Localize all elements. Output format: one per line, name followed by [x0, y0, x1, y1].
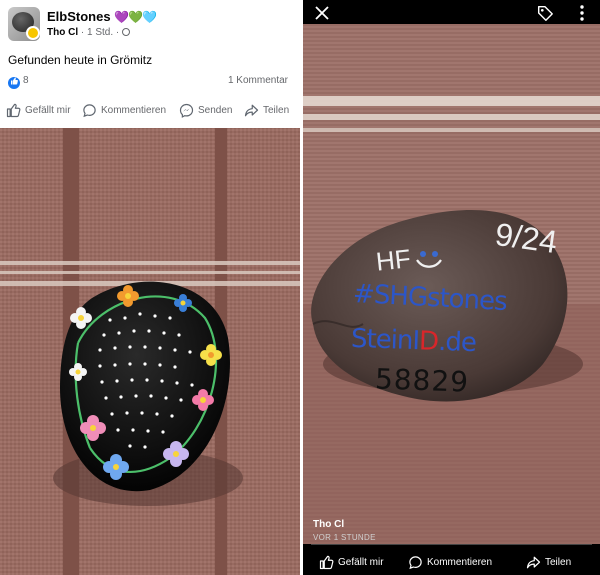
tag-icon[interactable]: [536, 4, 554, 22]
reaction-count: 8: [23, 75, 29, 86]
send-label: Senden: [198, 104, 233, 116]
more-dots-icon[interactable]: [579, 5, 585, 21]
like-button[interactable]: Gefällt mir: [6, 99, 71, 121]
feed-post: ElbStones 💜💚🩵 Tho Cl · 1 Std. · Gefunden…: [0, 0, 300, 575]
author-avatar[interactable]: [26, 26, 40, 40]
like-label: Gefällt mir: [25, 104, 71, 116]
stone-text-url-part1: SteinI: [350, 323, 420, 357]
share-button[interactable]: Teilen: [244, 99, 289, 121]
smiley-drawing: [416, 251, 442, 268]
share-button[interactable]: Teilen: [526, 552, 571, 572]
stone-writing: HF 9/24 #SHGstones SteinID.de 58829: [303, 24, 600, 544]
group-name[interactable]: ElbStones 💜💚🩵: [47, 9, 157, 24]
share-icon: [244, 104, 259, 116]
comment-label: Kommentieren: [427, 556, 493, 568]
comment-label: Kommentieren: [101, 104, 167, 116]
comment-button[interactable]: Kommentieren: [408, 552, 492, 572]
post-photo[interactable]: [0, 128, 300, 575]
hearts-emoji: 💜💚🩵: [114, 10, 157, 24]
painted-stone-image: [53, 281, 243, 506]
stone-text-url-red: D: [418, 326, 439, 357]
stone-text-hashtag: #SHGstones: [352, 278, 508, 318]
reaction-summary[interactable]: 8: [8, 75, 29, 89]
comment-icon: [83, 103, 96, 117]
post-header: ElbStones 💜💚🩵 Tho Cl · 1 Std. ·: [0, 0, 300, 48]
viewer-topbar: [303, 0, 600, 24]
comment-count[interactable]: 1 Kommentar: [228, 75, 288, 86]
author-name[interactable]: Tho Cl: [47, 27, 78, 38]
send-button[interactable]: Senden: [179, 99, 232, 121]
author-name[interactable]: Tho Cl: [313, 519, 344, 530]
divider-line: [311, 544, 592, 545]
post-actions: Gefällt mir Kommentieren Senden Teilen: [0, 99, 300, 121]
share-label: Teilen: [263, 104, 290, 116]
stone-text-url-part2: .de: [437, 326, 477, 359]
post-time[interactable]: VOR 1 STUNDE: [313, 533, 376, 542]
share-label: Teilen: [545, 556, 572, 568]
messenger-icon: [179, 103, 194, 118]
comment-button[interactable]: Kommentieren: [82, 99, 166, 121]
post-text: Gefunden heute in Grömitz: [8, 53, 153, 67]
like-button[interactable]: Gefällt mir: [319, 552, 384, 572]
like-label: Gefällt mir: [338, 556, 384, 568]
globe-icon: [122, 28, 131, 36]
close-icon[interactable]: [315, 6, 329, 20]
like-icon: [319, 555, 334, 569]
stone-text-hf: HF: [374, 243, 413, 277]
like-icon: [6, 103, 21, 117]
like-badge-icon: [8, 77, 20, 89]
post-time[interactable]: 1 Std.: [87, 27, 113, 38]
post-meta: Tho Cl · 1 Std. ·: [47, 27, 131, 38]
stone-text-number: 58829: [374, 362, 470, 399]
stone-text-url: SteinID.de: [351, 324, 477, 358]
viewer-actions: Gefällt mir Kommentieren Teilen: [303, 548, 600, 575]
full-photo[interactable]: HF 9/24 #SHGstones SteinID.de 58829: [303, 24, 600, 544]
photo-viewer: HF 9/24 #SHGstones SteinID.de 58829 Tho …: [303, 0, 600, 575]
stone-text-date: 9/24: [492, 215, 560, 261]
comment-icon: [409, 555, 422, 569]
share-icon: [526, 556, 541, 568]
